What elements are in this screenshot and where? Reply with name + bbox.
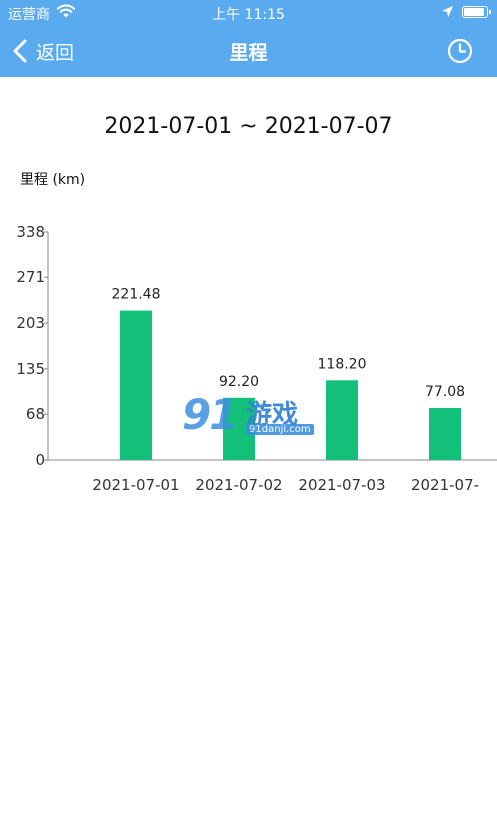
page-title: 里程 <box>229 42 268 64</box>
screen: 运营商 上午 11:15 返回 里程 2021-07-01 ~ 2021-07-… <box>0 0 497 833</box>
clock-icon[interactable] <box>447 38 473 64</box>
bar <box>429 408 461 460</box>
x-tick-label: 2021-07-03 <box>298 476 385 494</box>
bar <box>326 380 358 460</box>
bar-value-label: 118.20 <box>318 356 367 372</box>
date-range: 2021-07-01 ~ 2021-07-07 <box>104 114 393 139</box>
status-bar: 运营商 上午 11:15 <box>0 0 497 26</box>
y-tick-label: 203 <box>16 314 45 332</box>
y-tick-label: 271 <box>16 268 45 286</box>
y-tick-label: 338 <box>16 223 45 241</box>
bar-value-label: 92.20 <box>219 374 259 390</box>
battery-icon <box>462 6 491 18</box>
x-tick-label: 2021-07-01 <box>92 476 179 494</box>
location-arrow-icon <box>442 6 453 17</box>
bar <box>223 397 255 460</box>
top-bar: 运营商 上午 11:15 返回 里程 <box>0 0 497 77</box>
y-tick-label: 68 <box>26 405 45 423</box>
bar <box>120 310 152 460</box>
bar-value-label: 77.08 <box>425 384 465 400</box>
bar-value-label: 221.48 <box>112 287 161 303</box>
x-tick-label: 2021-07- <box>411 476 479 494</box>
status-time: 上午 11:15 <box>212 7 285 23</box>
mileage-bar-chart: 0 68 135 203 271 338 221.48 2021-07-01 92.20 2021… <box>16 223 497 494</box>
x-tick-label: 2021-07-02 <box>195 476 282 494</box>
navigation-bar: 返回 里程 <box>0 26 497 77</box>
y-axis-unit-label: 里程 (km) <box>20 172 86 188</box>
y-tick-label: 0 <box>35 451 45 469</box>
y-tick-label: 135 <box>16 360 45 378</box>
